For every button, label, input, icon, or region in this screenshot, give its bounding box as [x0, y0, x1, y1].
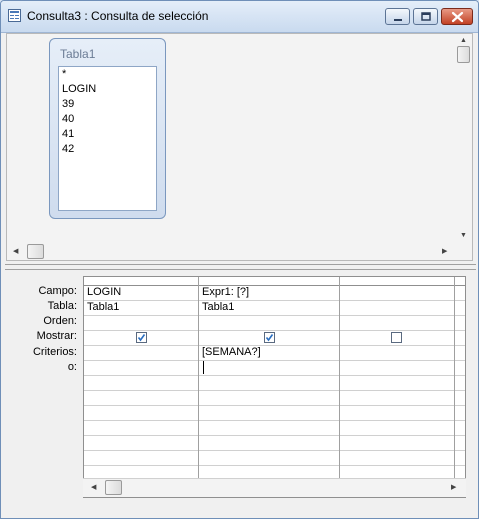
table-box-title: Tabla1 — [60, 47, 96, 61]
scroll-right-icon[interactable]: ▶ — [451, 484, 456, 492]
grid-column-line — [339, 277, 340, 497]
show-checkbox[interactable] — [264, 332, 275, 343]
table-diagram-pane[interactable]: Tabla1 * LOGIN 39 40 41 42 ▲ ▼ ◀ ▶ — [6, 33, 473, 261]
row-label-criterios: Criterios: — [32, 346, 77, 358]
scroll-thumb[interactable] — [457, 46, 470, 63]
scroll-thumb[interactable] — [27, 244, 44, 259]
grid-cell-campo[interactable]: LOGIN — [87, 286, 121, 298]
text-caret — [203, 361, 204, 374]
grid-row-line — [84, 405, 465, 406]
query-icon — [8, 9, 21, 22]
field-list-item[interactable]: * — [62, 68, 66, 80]
field-list-item[interactable]: 39 — [62, 98, 74, 110]
grid-row-line — [84, 390, 465, 391]
grid-row-line — [84, 360, 465, 361]
grid-cell-criterios[interactable]: [SEMANA?] — [202, 346, 261, 358]
checkmark-icon — [265, 334, 274, 342]
grid-cell-tabla[interactable]: Tabla1 — [87, 301, 119, 313]
table-box[interactable]: Tabla1 * LOGIN 39 40 41 42 — [49, 38, 166, 219]
grid-row-line — [84, 435, 465, 436]
close-button[interactable] — [441, 8, 473, 25]
row-label-o: o: — [67, 361, 77, 373]
grid-row-line — [84, 300, 465, 301]
diagram-vertical-scrollbar[interactable]: ▲ ▼ — [455, 34, 472, 260]
design-grid-pane: Campo: Tabla: Orden: Mostrar: Criterios:… — [6, 271, 473, 514]
scroll-left-icon[interactable]: ◀ — [91, 484, 96, 492]
diagram-horizontal-scrollbar[interactable]: ◀ ▶ — [7, 243, 456, 260]
grid-cell-tabla[interactable]: Tabla1 — [202, 301, 234, 313]
minimize-icon — [394, 19, 402, 21]
row-label-campo: Campo: — [38, 285, 77, 297]
grid-row-line — [84, 420, 465, 421]
pane-splitter[interactable] — [5, 264, 476, 270]
grid-row-line — [84, 330, 465, 331]
grid-column-line — [198, 277, 199, 497]
title-bar[interactable]: Consulta3 : Consulta de selección — [1, 1, 478, 33]
row-label-mostrar: Mostrar: — [36, 330, 77, 342]
grid-row-line — [84, 315, 465, 316]
grid-column-line — [454, 277, 455, 497]
maximize-button[interactable] — [413, 8, 438, 25]
row-label-orden: Orden: — [43, 315, 77, 327]
checkmark-icon — [137, 334, 146, 342]
minimize-button[interactable] — [385, 8, 410, 25]
show-checkbox[interactable] — [391, 332, 402, 343]
show-checkbox[interactable] — [136, 332, 147, 343]
field-list-item[interactable]: LOGIN — [62, 83, 96, 95]
field-list-item[interactable]: 42 — [62, 143, 74, 155]
query-design-grid[interactable]: LOGIN Tabla1 Expr1: [?] Tabla1 [SEMANA?] — [83, 276, 466, 498]
field-list[interactable]: * LOGIN 39 40 41 42 — [58, 66, 157, 211]
scroll-thumb[interactable] — [105, 480, 122, 495]
grid-header-line — [84, 285, 465, 286]
grid-horizontal-scrollbar[interactable]: ◀ ▶ — [83, 478, 466, 497]
field-list-item[interactable]: 41 — [62, 128, 74, 140]
scroll-down-icon[interactable]: ▼ — [460, 232, 467, 240]
scroll-up-icon[interactable]: ▲ — [460, 37, 467, 45]
grid-cell-campo[interactable]: Expr1: [?] — [202, 286, 249, 298]
window-title: Consulta3 : Consulta de selección — [27, 9, 209, 23]
grid-row-line — [84, 450, 465, 451]
grid-row-line — [84, 345, 465, 346]
close-icon — [451, 11, 464, 23]
query-window: Consulta3 : Consulta de selección Tabla1… — [0, 0, 479, 519]
grid-row-line — [84, 465, 465, 466]
scroll-right-icon[interactable]: ▶ — [442, 248, 447, 256]
grid-row-line — [84, 375, 465, 376]
maximize-icon — [421, 12, 431, 21]
field-list-item[interactable]: 40 — [62, 113, 74, 125]
scroll-left-icon[interactable]: ◀ — [13, 248, 18, 256]
row-label-tabla: Tabla: — [47, 300, 77, 312]
